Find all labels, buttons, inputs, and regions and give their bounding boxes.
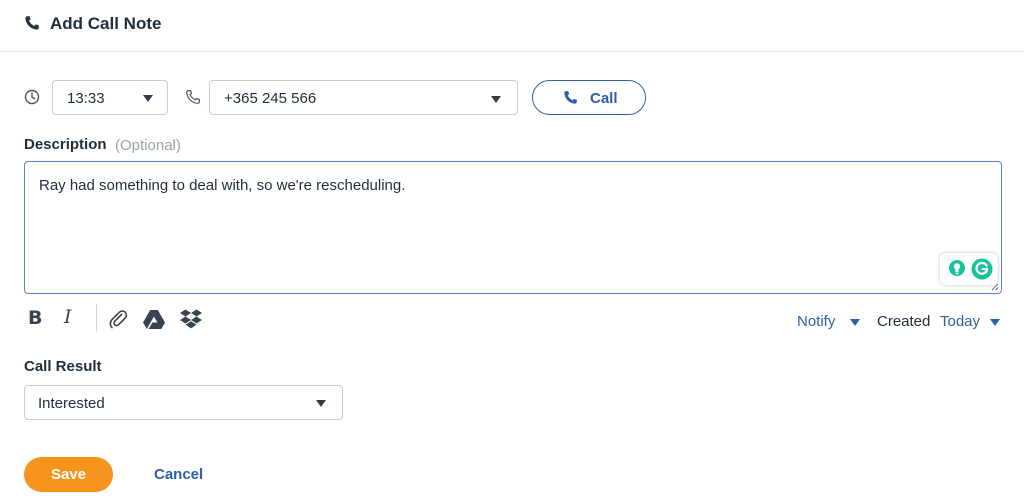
phone-icon bbox=[25, 16, 39, 30]
page-title: Add Call Note bbox=[50, 14, 162, 33]
call-result-select[interactable]: Interested bbox=[24, 385, 343, 420]
call-button[interactable]: Call bbox=[532, 80, 646, 115]
bold-icon[interactable]: B bbox=[28, 307, 44, 329]
lightbulb-icon[interactable] bbox=[947, 259, 967, 279]
call-result-value: Interested bbox=[38, 395, 105, 412]
phone-number-value: +365 245 566 bbox=[224, 90, 317, 107]
resize-handle-icon[interactable] bbox=[990, 282, 999, 291]
created-label: Created bbox=[877, 313, 931, 330]
chevron-down-icon[interactable] bbox=[850, 319, 860, 326]
toolbar-divider bbox=[96, 304, 97, 332]
dropbox-icon[interactable] bbox=[179, 308, 203, 330]
call-button-label: Call bbox=[590, 90, 618, 107]
italic-icon[interactable]: I bbox=[64, 306, 80, 328]
chevron-down-icon[interactable] bbox=[990, 319, 1000, 326]
created-date-dropdown[interactable]: Today bbox=[940, 313, 980, 330]
modal-header: Add Call Note bbox=[0, 0, 1024, 52]
grammarly-widget[interactable] bbox=[940, 253, 998, 285]
cancel-button[interactable]: Cancel bbox=[154, 466, 203, 483]
paperclip-icon[interactable] bbox=[107, 308, 129, 330]
phone-outline-icon bbox=[186, 90, 200, 104]
save-button[interactable]: Save bbox=[24, 457, 113, 492]
chevron-down-icon bbox=[316, 400, 326, 407]
save-button-label: Save bbox=[50, 466, 87, 483]
time-select[interactable]: 13:33 bbox=[52, 80, 168, 115]
chevron-down-icon bbox=[491, 96, 501, 103]
call-result-label: Call Result bbox=[24, 358, 102, 375]
notify-dropdown[interactable]: Notify bbox=[797, 313, 835, 330]
grammarly-icon[interactable] bbox=[971, 258, 993, 280]
chevron-down-icon bbox=[143, 95, 153, 102]
clock-icon bbox=[24, 89, 40, 105]
description-text: Ray had something to deal with, so we're… bbox=[39, 177, 406, 194]
phone-icon bbox=[564, 91, 577, 104]
time-value: 13:33 bbox=[67, 90, 105, 107]
description-textarea[interactable]: Ray had something to deal with, so we're… bbox=[24, 161, 1002, 294]
google-drive-icon[interactable] bbox=[142, 308, 166, 330]
description-label: Description bbox=[24, 136, 107, 153]
description-optional-hint: (Optional) bbox=[115, 137, 181, 154]
phone-number-select[interactable]: +365 245 566 bbox=[209, 80, 518, 115]
